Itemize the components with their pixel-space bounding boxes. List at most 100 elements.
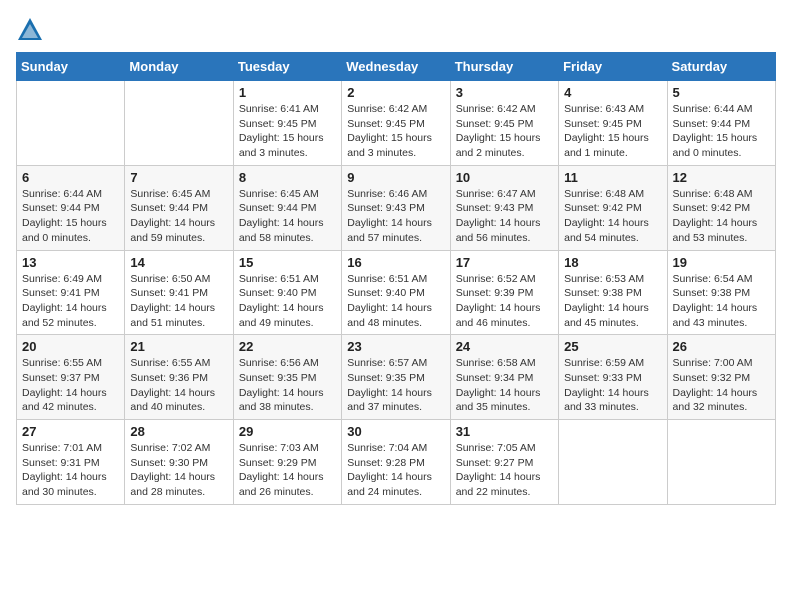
calendar-day-cell: 23 Sunrise: 6:57 AM Sunset: 9:35 PM Dayli… (342, 335, 450, 420)
calendar-day-cell: 7Sunrise: 6:45 AM Sunset: 9:44 PM Daylig… (125, 165, 233, 250)
day-number: 25 (564, 339, 661, 354)
calendar-day-cell: 28Sunrise: 7:02 AM Sunset: 9:30 PM Dayli… (125, 420, 233, 505)
weekday-header: Thursday (450, 53, 558, 81)
calendar-day-cell (17, 81, 125, 166)
calendar-day-cell: 30Sunrise: 7:04 AM Sunset: 9:28 PM Dayli… (342, 420, 450, 505)
day-info: Sunrise: 6:45 AM Sunset: 9:44 PM Dayligh… (239, 187, 336, 246)
day-info: Sunrise: 6:45 AM Sunset: 9:44 PM Dayligh… (130, 187, 227, 246)
calendar-day-cell: 17 Sunrise: 6:52 AM Sunset: 9:39 PM Dayli… (450, 250, 558, 335)
day-info: Sunrise: 6:48 AM Sunset: 9:42 PM Dayligh… (564, 187, 661, 246)
calendar-day-cell: 22Sunrise: 6:56 AM Sunset: 9:35 PM Dayli… (233, 335, 341, 420)
day-info: Sunrise: 6:52 AM Sunset: 9:39 PM Dayligh… (456, 272, 553, 331)
calendar-day-cell: 27 Sunrise: 7:01 AM Sunset: 9:31 PM Dayli… (17, 420, 125, 505)
weekday-header: Saturday (667, 53, 775, 81)
calendar-day-cell (667, 420, 775, 505)
calendar-day-cell: 12 Sunrise: 6:48 AM Sunset: 9:42 PM Dayli… (667, 165, 775, 250)
day-info: Sunrise: 6:53 AM Sunset: 9:38 PM Dayligh… (564, 272, 661, 331)
calendar-day-cell: 8 Sunrise: 6:45 AM Sunset: 9:44 PM Daylig… (233, 165, 341, 250)
logo-icon (16, 16, 44, 44)
calendar-day-cell: 15 Sunrise: 6:51 AM Sunset: 9:40 PM Dayli… (233, 250, 341, 335)
weekday-header: Wednesday (342, 53, 450, 81)
page-header (16, 16, 776, 44)
calendar-week-row: 20Sunrise: 6:55 AM Sunset: 9:37 PM Dayli… (17, 335, 776, 420)
day-info: Sunrise: 6:59 AM Sunset: 9:33 PM Dayligh… (564, 356, 661, 415)
day-number: 5 (673, 85, 770, 100)
day-info: Sunrise: 6:58 AM Sunset: 9:34 PM Dayligh… (456, 356, 553, 415)
calendar-day-cell: 16 Sunrise: 6:51 AM Sunset: 9:40 PM Dayli… (342, 250, 450, 335)
day-number: 23 (347, 339, 444, 354)
weekday-header: Sunday (17, 53, 125, 81)
weekday-header: Friday (559, 53, 667, 81)
day-number: 2 (347, 85, 444, 100)
calendar-header-row: SundayMondayTuesdayWednesdayThursdayFrid… (17, 53, 776, 81)
day-number: 28 (130, 424, 227, 439)
day-number: 15 (239, 255, 336, 270)
day-info: Sunrise: 6:48 AM Sunset: 9:42 PM Dayligh… (673, 187, 770, 246)
day-info: Sunrise: 6:50 AM Sunset: 9:41 PM Dayligh… (130, 272, 227, 331)
logo (16, 16, 48, 44)
calendar-day-cell: 20Sunrise: 6:55 AM Sunset: 9:37 PM Dayli… (17, 335, 125, 420)
day-info: Sunrise: 6:44 AM Sunset: 9:44 PM Dayligh… (22, 187, 119, 246)
day-info: Sunrise: 6:42 AM Sunset: 9:45 PM Dayligh… (456, 102, 553, 161)
day-number: 22 (239, 339, 336, 354)
day-number: 13 (22, 255, 119, 270)
calendar-week-row: 6 Sunrise: 6:44 AM Sunset: 9:44 PM Daylig… (17, 165, 776, 250)
day-number: 8 (239, 170, 336, 185)
calendar-day-cell: 10 Sunrise: 6:47 AM Sunset: 9:43 PM Dayli… (450, 165, 558, 250)
day-number: 30 (347, 424, 444, 439)
calendar-day-cell: 21 Sunrise: 6:55 AM Sunset: 9:36 PM Dayli… (125, 335, 233, 420)
calendar-day-cell: 26 Sunrise: 7:00 AM Sunset: 9:32 PM Dayli… (667, 335, 775, 420)
day-info: Sunrise: 6:42 AM Sunset: 9:45 PM Dayligh… (347, 102, 444, 161)
calendar-day-cell: 25 Sunrise: 6:59 AM Sunset: 9:33 PM Dayli… (559, 335, 667, 420)
calendar-day-cell: 24 Sunrise: 6:58 AM Sunset: 9:34 PM Dayli… (450, 335, 558, 420)
day-number: 6 (22, 170, 119, 185)
weekday-header: Tuesday (233, 53, 341, 81)
day-info: Sunrise: 6:54 AM Sunset: 9:38 PM Dayligh… (673, 272, 770, 331)
day-info: Sunrise: 7:00 AM Sunset: 9:32 PM Dayligh… (673, 356, 770, 415)
weekday-header: Monday (125, 53, 233, 81)
day-number: 17 (456, 255, 553, 270)
day-number: 21 (130, 339, 227, 354)
day-info: Sunrise: 6:41 AM Sunset: 9:45 PM Dayligh… (239, 102, 336, 161)
day-number: 1 (239, 85, 336, 100)
day-number: 24 (456, 339, 553, 354)
day-number: 26 (673, 339, 770, 354)
day-number: 20 (22, 339, 119, 354)
calendar-day-cell: 5 Sunrise: 6:44 AM Sunset: 9:44 PM Daylig… (667, 81, 775, 166)
calendar-day-cell: 18 Sunrise: 6:53 AM Sunset: 9:38 PM Dayli… (559, 250, 667, 335)
day-info: Sunrise: 6:51 AM Sunset: 9:40 PM Dayligh… (239, 272, 336, 331)
calendar-week-row: 27 Sunrise: 7:01 AM Sunset: 9:31 PM Dayli… (17, 420, 776, 505)
day-number: 27 (22, 424, 119, 439)
day-number: 14 (130, 255, 227, 270)
calendar-day-cell: 2 Sunrise: 6:42 AM Sunset: 9:45 PM Daylig… (342, 81, 450, 166)
calendar-day-cell: 9Sunrise: 6:46 AM Sunset: 9:43 PM Daylig… (342, 165, 450, 250)
day-info: Sunrise: 7:01 AM Sunset: 9:31 PM Dayligh… (22, 441, 119, 500)
day-info: Sunrise: 6:57 AM Sunset: 9:35 PM Dayligh… (347, 356, 444, 415)
calendar-day-cell: 3 Sunrise: 6:42 AM Sunset: 9:45 PM Daylig… (450, 81, 558, 166)
calendar-day-cell: 14 Sunrise: 6:50 AM Sunset: 9:41 PM Dayli… (125, 250, 233, 335)
day-info: Sunrise: 6:51 AM Sunset: 9:40 PM Dayligh… (347, 272, 444, 331)
day-number: 12 (673, 170, 770, 185)
calendar-day-cell: 19 Sunrise: 6:54 AM Sunset: 9:38 PM Dayli… (667, 250, 775, 335)
day-info: Sunrise: 6:47 AM Sunset: 9:43 PM Dayligh… (456, 187, 553, 246)
calendar-day-cell: 13 Sunrise: 6:49 AM Sunset: 9:41 PM Dayli… (17, 250, 125, 335)
day-info: Sunrise: 6:49 AM Sunset: 9:41 PM Dayligh… (22, 272, 119, 331)
day-number: 10 (456, 170, 553, 185)
calendar-day-cell: 31Sunrise: 7:05 AM Sunset: 9:27 PM Dayli… (450, 420, 558, 505)
day-number: 3 (456, 85, 553, 100)
calendar-week-row: 13 Sunrise: 6:49 AM Sunset: 9:41 PM Dayli… (17, 250, 776, 335)
day-number: 4 (564, 85, 661, 100)
day-info: Sunrise: 6:46 AM Sunset: 9:43 PM Dayligh… (347, 187, 444, 246)
calendar-day-cell: 11 Sunrise: 6:48 AM Sunset: 9:42 PM Dayli… (559, 165, 667, 250)
day-number: 16 (347, 255, 444, 270)
day-info: Sunrise: 6:55 AM Sunset: 9:36 PM Dayligh… (130, 356, 227, 415)
day-info: Sunrise: 6:43 AM Sunset: 9:45 PM Dayligh… (564, 102, 661, 161)
calendar-day-cell (559, 420, 667, 505)
day-number: 11 (564, 170, 661, 185)
day-number: 18 (564, 255, 661, 270)
day-info: Sunrise: 7:03 AM Sunset: 9:29 PM Dayligh… (239, 441, 336, 500)
calendar-day-cell: 29Sunrise: 7:03 AM Sunset: 9:29 PM Dayli… (233, 420, 341, 505)
day-number: 19 (673, 255, 770, 270)
day-info: Sunrise: 6:44 AM Sunset: 9:44 PM Dayligh… (673, 102, 770, 161)
calendar-week-row: 1 Sunrise: 6:41 AM Sunset: 9:45 PM Daylig… (17, 81, 776, 166)
